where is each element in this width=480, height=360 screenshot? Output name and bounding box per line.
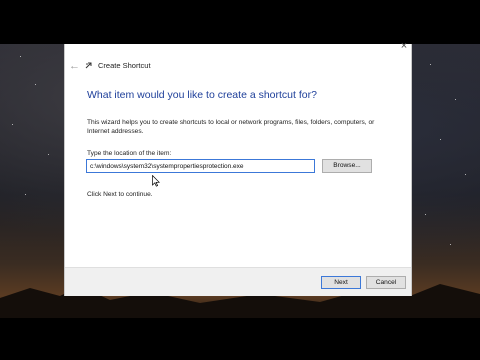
star bbox=[20, 56, 21, 57]
star bbox=[25, 194, 26, 195]
star bbox=[430, 64, 431, 65]
dialog-footer: Next Cancel bbox=[65, 267, 411, 296]
star bbox=[465, 174, 466, 175]
star bbox=[440, 139, 441, 140]
shortcut-wizard-icon bbox=[85, 62, 92, 69]
star bbox=[48, 154, 49, 155]
back-arrow-icon[interactable]: ← bbox=[69, 58, 80, 74]
cancel-button[interactable]: Cancel bbox=[366, 276, 406, 289]
star bbox=[425, 214, 426, 215]
continue-hint: Click Next to continue. bbox=[87, 191, 153, 198]
window-title: Create Shortcut bbox=[98, 61, 151, 70]
screen: × ← Create Shortcut What item would you … bbox=[0, 0, 480, 360]
letterbox-bottom bbox=[0, 318, 480, 360]
wizard-description: This wizard helps you to create shortcut… bbox=[87, 119, 375, 135]
location-label: Type the location of the item: bbox=[87, 150, 172, 157]
star bbox=[455, 99, 456, 100]
mouse-cursor-icon bbox=[152, 175, 160, 187]
create-shortcut-dialog: × ← Create Shortcut What item would you … bbox=[64, 41, 412, 296]
star bbox=[35, 84, 36, 85]
star bbox=[450, 244, 451, 245]
star bbox=[12, 124, 13, 125]
wizard-heading: What item would you like to create a sho… bbox=[87, 89, 317, 101]
letterbox-top bbox=[0, 0, 480, 44]
browse-button[interactable]: Browse... bbox=[322, 159, 372, 173]
location-input[interactable] bbox=[86, 159, 315, 173]
next-button[interactable]: Next bbox=[321, 276, 361, 289]
title-bar: ← Create Shortcut bbox=[65, 58, 411, 74]
close-icon[interactable]: × bbox=[399, 41, 409, 52]
